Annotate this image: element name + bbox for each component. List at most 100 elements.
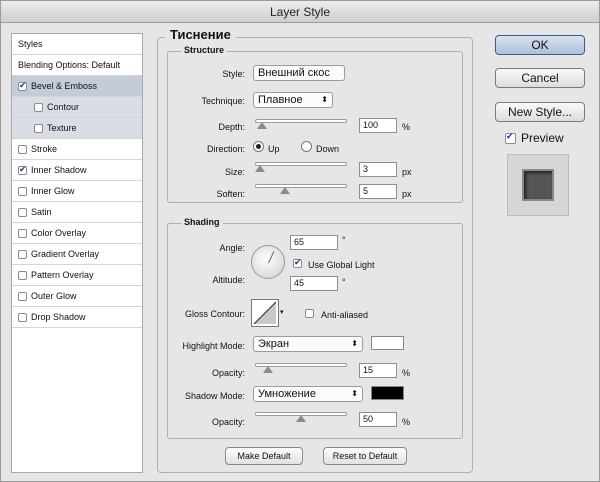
- angle-indicator-icon: [268, 251, 275, 264]
- direction-label: Direction:: [206, 144, 245, 154]
- sidebar-item-inner-glow[interactable]: Inner Glow: [12, 181, 142, 202]
- sidebar-item-label: Pattern Overlay: [31, 270, 94, 280]
- sidebar-item-checkbox[interactable]: [34, 123, 43, 133]
- soften-slider[interactable]: [255, 184, 347, 188]
- depth-slider-handle[interactable]: [257, 122, 267, 129]
- sidebar-item-texture[interactable]: Texture: [12, 118, 142, 139]
- angle-dial[interactable]: [251, 245, 285, 279]
- sidebar-item-bevel-emboss[interactable]: Bevel & Emboss: [12, 76, 142, 97]
- chevron-updown-icon: ⬍: [351, 339, 358, 348]
- preview-swatch: [522, 169, 554, 201]
- direction-down-radio[interactable]: [301, 141, 312, 152]
- sidebar-item-checkbox[interactable]: [18, 144, 27, 154]
- sidebar-item-gradient-overlay[interactable]: Gradient Overlay: [12, 244, 142, 265]
- preview-checkbox[interactable]: [505, 131, 516, 144]
- sidebar-item-stroke[interactable]: Stroke: [12, 139, 142, 160]
- angle-degree-unit: °: [342, 235, 346, 245]
- sidebar-item-pattern-overlay[interactable]: Pattern Overlay: [12, 265, 142, 286]
- new-style-button[interactable]: New Style...: [495, 102, 585, 122]
- highlight-mode-value: Экран: [258, 338, 290, 350]
- technique-select[interactable]: Плавное ⬍: [253, 92, 333, 108]
- highlight-opacity-handle[interactable]: [263, 366, 273, 373]
- style-select[interactable]: Внешний скос: [253, 65, 345, 81]
- shading-group: [167, 223, 463, 439]
- use-global-light-checkbox[interactable]: [293, 257, 302, 268]
- technique-label: Technique:: [201, 96, 245, 106]
- sidebar-item-drop-shadow[interactable]: Drop Shadow: [12, 307, 142, 328]
- shadow-mode-value: Умножение: [258, 388, 316, 400]
- sidebar-item-label: Styles: [18, 39, 43, 49]
- shadow-opacity-label: Opacity:: [211, 417, 245, 427]
- sidebar-item-inner-shadow[interactable]: Inner Shadow: [12, 160, 142, 181]
- layer-style-dialog: Layer Style Styles Blending Options: Defa…: [0, 0, 600, 482]
- sidebar-item-styles[interactable]: Styles: [12, 34, 142, 55]
- sidebar-item-outer-glow[interactable]: Outer Glow: [12, 286, 142, 307]
- chevron-updown-icon: ⬍: [321, 95, 328, 104]
- technique-value: Плавное: [258, 94, 303, 106]
- sidebar-item-checkbox[interactable]: [34, 102, 43, 112]
- sidebar-item-checkbox[interactable]: [18, 164, 27, 175]
- shadow-mode-select[interactable]: Умножение ⬍: [253, 386, 363, 402]
- sidebar-item-label: Gradient Overlay: [31, 249, 100, 259]
- size-slider-handle[interactable]: [255, 165, 265, 172]
- sidebar-item-contour[interactable]: Contour: [12, 97, 142, 118]
- sidebar-item-checkbox[interactable]: [18, 291, 27, 301]
- size-input[interactable]: 3: [359, 162, 397, 177]
- shadow-opacity-unit: %: [402, 417, 411, 427]
- shadow-color-swatch[interactable]: [371, 386, 404, 400]
- style-label: Style:: [222, 69, 245, 79]
- contour-curve-icon: [253, 301, 277, 325]
- panel-title: Тиснение: [165, 27, 236, 42]
- highlight-opacity-input[interactable]: 15: [359, 363, 397, 378]
- use-global-light-label: Use Global Light: [308, 260, 375, 270]
- size-slider[interactable]: [255, 162, 347, 166]
- highlight-mode-label: Highlight Mode:: [182, 341, 245, 351]
- sidebar-item-blending-options-default[interactable]: Blending Options: Default: [12, 55, 142, 76]
- highlight-color-swatch[interactable]: [371, 336, 404, 350]
- chevron-updown-icon: ⬍: [351, 389, 358, 398]
- styles-list: Styles Blending Options: Default Bevel & E…: [11, 33, 143, 473]
- shadow-opacity-handle[interactable]: [296, 415, 306, 422]
- altitude-degree-unit: °: [342, 277, 346, 287]
- depth-slider[interactable]: [255, 119, 347, 123]
- angle-label: Angle:: [219, 243, 245, 253]
- highlight-opacity-unit: %: [402, 368, 411, 378]
- altitude-input[interactable]: 45: [290, 276, 338, 291]
- depth-unit: %: [402, 122, 411, 132]
- sidebar-item-label: Outer Glow: [31, 291, 77, 301]
- sidebar-item-checkbox[interactable]: [18, 312, 27, 322]
- size-label: Size:: [224, 167, 245, 177]
- anti-aliased-checkbox[interactable]: [305, 309, 314, 318]
- sidebar-item-label: Blending Options: Default: [18, 60, 121, 70]
- soften-slider-handle[interactable]: [280, 187, 290, 194]
- sidebar-item-label: Color Overlay: [31, 228, 87, 238]
- sidebar-item-satin[interactable]: Satin: [12, 202, 142, 223]
- ok-button[interactable]: OK: [495, 35, 585, 55]
- sidebar-item-checkbox[interactable]: [18, 249, 27, 259]
- sidebar-item-checkbox[interactable]: [18, 207, 27, 217]
- contour-dropdown-icon[interactable]: ▾: [280, 308, 284, 316]
- shadow-mode-label: Shadow Mode:: [184, 391, 245, 401]
- sidebar-item-checkbox[interactable]: [18, 186, 27, 196]
- direction-up-label: Up: [268, 144, 280, 154]
- depth-input[interactable]: 100: [359, 118, 397, 133]
- sidebar-item-label: Inner Glow: [31, 186, 75, 196]
- reset-to-default-button[interactable]: Reset to Default: [323, 447, 407, 465]
- shadow-opacity-input[interactable]: 50: [359, 412, 397, 427]
- direction-up-radio[interactable]: [253, 141, 264, 152]
- highlight-mode-select[interactable]: Экран ⬍: [253, 336, 363, 352]
- sidebar-item-checkbox[interactable]: [18, 228, 27, 238]
- gloss-contour-label: Gloss Contour:: [184, 309, 245, 319]
- gloss-contour-picker[interactable]: [251, 299, 279, 327]
- sidebar-item-color-overlay[interactable]: Color Overlay: [12, 223, 142, 244]
- sidebar-item-checkbox[interactable]: [18, 80, 27, 91]
- angle-input[interactable]: 65: [290, 235, 338, 250]
- make-default-button[interactable]: Make Default: [225, 447, 303, 465]
- sidebar-item-label: Inner Shadow: [31, 165, 87, 175]
- cancel-button[interactable]: Cancel: [495, 68, 585, 88]
- soften-label: Soften:: [216, 189, 245, 199]
- sidebar-item-checkbox[interactable]: [18, 270, 27, 280]
- preview-thumbnail: [507, 154, 569, 216]
- direction-down-label: Down: [316, 144, 340, 154]
- soften-input[interactable]: 5: [359, 184, 397, 199]
